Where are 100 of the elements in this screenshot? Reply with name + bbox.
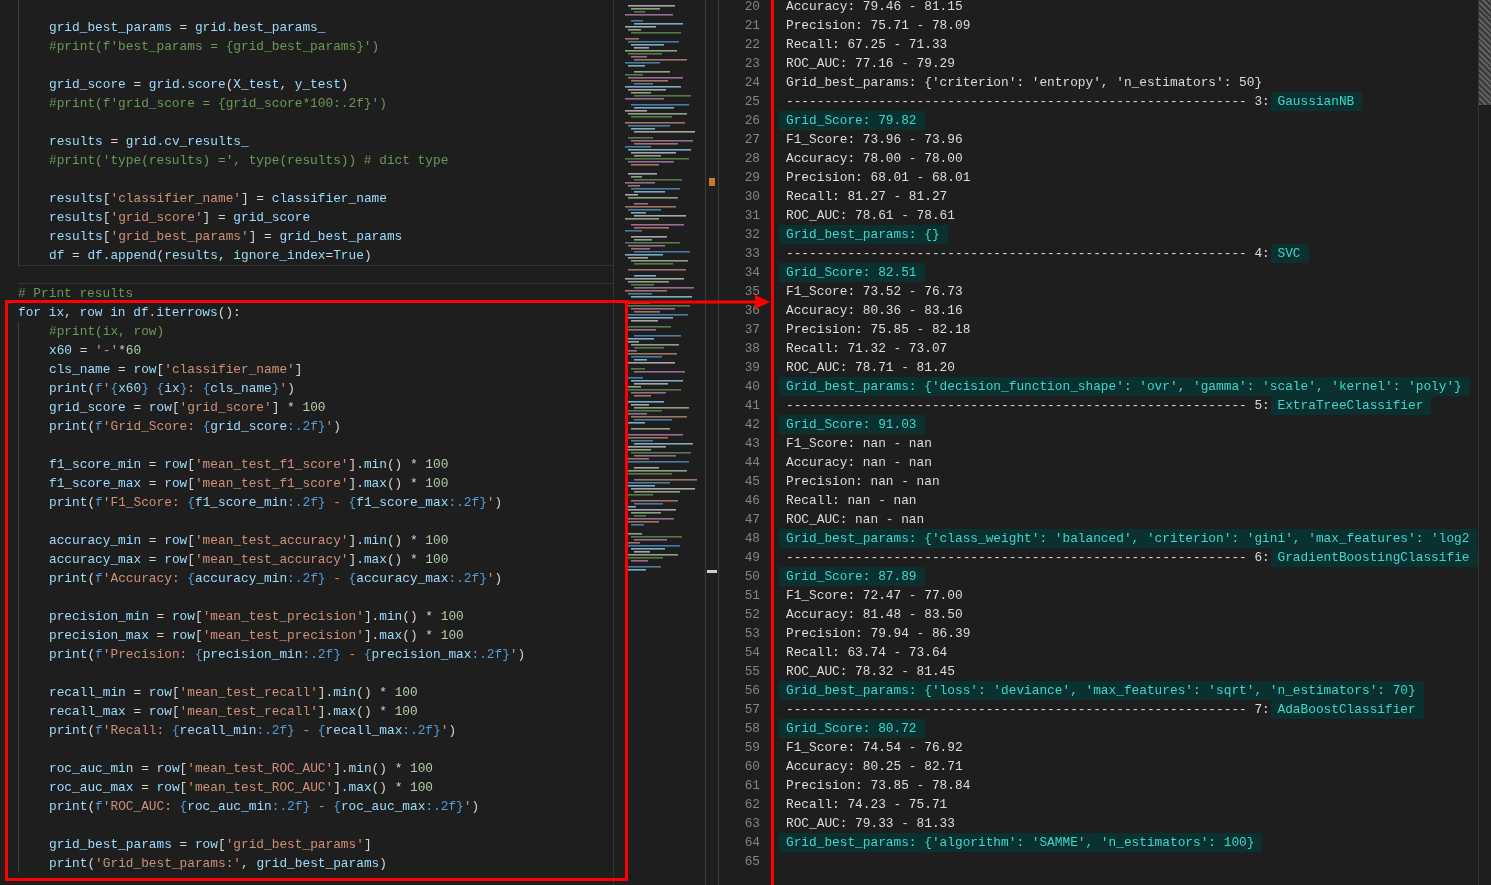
code-line: results['grid_score'] = grid_score — [49, 209, 312, 227]
output-text: Grid_best_params: {'loss': 'deviance', 'max_features': 'sqrt', 'n_estimators': 70} — [779, 681, 1424, 700]
line-number: 59 — [743, 739, 760, 757]
line-number: 48 — [743, 530, 760, 548]
code-line: print(f'{x60} {ix}: {cls_name}') — [49, 380, 296, 398]
line-number: 34 — [743, 264, 760, 282]
line-number: 47 — [743, 511, 760, 529]
output-text: ROC_AUC: 78.71 - 81.20 — [786, 359, 955, 377]
line-number: 50 — [743, 568, 760, 586]
output-text: ROC_AUC: 78.32 - 81.45 — [786, 663, 955, 681]
output-text: Grid_Score: 82.51 — [779, 263, 925, 282]
output-text: Recall: 74.23 - 75.71 — [786, 796, 948, 814]
line-number: 63 — [743, 815, 760, 833]
code-line: f1_score_max = row['mean_test_f1_score'].max() * 100 — [49, 475, 450, 493]
code-line: print(f'Accuracy: {accuracy_min:.2f} - {accuracy_max:.2f}') — [49, 570, 504, 588]
line-number: 55 — [743, 663, 760, 681]
output-text: Accuracy: 79.46 - 81.15 — [786, 0, 963, 16]
output-text: F1_Score: 72.47 - 77.00 — [786, 587, 963, 605]
output-text: Precision: nan - nan — [786, 473, 940, 491]
output-text: ------------------------------------------------------------ 7: — [786, 701, 1270, 719]
line-number: 38 — [743, 340, 760, 358]
code-line: accuracy_max = row['mean_test_accuracy'].max() * 100 — [49, 551, 450, 569]
line-number: 61 — [743, 777, 760, 795]
line-number: 57 — [743, 701, 760, 719]
code-line: precision_max = row['mean_test_precision'].max() * 100 — [49, 627, 465, 645]
output-text: Grid_best_params: {'decision_function_shape': 'ovr', 'gamma': 'scale', 'kernel': 'poly'} — [779, 377, 1470, 396]
output-text: GradientBoostingClassifie — [1270, 548, 1478, 567]
code-line: #print('type(results) =', type(results)) # dict type — [49, 152, 450, 170]
code-line: df = df.append(results, ignore_index=True) — [49, 247, 373, 265]
code-line: print(f'Recall: {recall_min:.2f} - {recall_max:.2f}') — [49, 722, 458, 740]
output-text: Grid_best_params: {'class_weight': 'balanced', 'criterion': 'gini', 'max_features': 'log2 — [779, 529, 1478, 548]
output-text: ROC_AUC: 78.61 - 78.61 — [786, 207, 955, 225]
line-number: 56 — [743, 682, 760, 700]
line-number: 32 — [743, 226, 760, 244]
output-text: Precision: 79.94 - 86.39 — [786, 625, 971, 643]
output-text: Grid_best_params: {'algorithm': 'SAMME', 'n_estimators': 100} — [779, 833, 1263, 852]
line-number: 39 — [743, 359, 760, 377]
code-line: print(f'ROC_AUC: {roc_auc_min:.2f} - {roc_auc_max:.2f}') — [49, 798, 481, 816]
line-number: 22 — [743, 36, 760, 54]
output-text: Recall: 81.27 - 81.27 — [786, 188, 948, 206]
line-number: 65 — [743, 853, 760, 871]
output-text: F1_Score: 73.52 - 76.73 — [786, 283, 963, 301]
line-number: 51 — [743, 587, 760, 605]
output-text: AdaBoostClassifier — [1270, 700, 1424, 719]
line-number: 53 — [743, 625, 760, 643]
code-line: grid_best_params = row['grid_best_params'] — [49, 836, 373, 854]
line-number: 26 — [743, 112, 760, 130]
scrollbar-thumb[interactable] — [1479, 0, 1491, 105]
code-line: recall_min = row['mean_test_recall'].min() * 100 — [49, 684, 419, 702]
code-line: results = grid.cv_results_ — [49, 133, 250, 151]
line-number: 54 — [743, 644, 760, 662]
line-number: 41 — [743, 397, 760, 415]
output-text: Accuracy: 80.25 - 82.71 — [786, 758, 963, 776]
line-number: 62 — [743, 796, 760, 814]
line-number: 58 — [743, 720, 760, 738]
output-text: GaussianNB — [1270, 92, 1363, 111]
output-text: ------------------------------------------------------------ 4: — [786, 245, 1270, 263]
output-text: ROC_AUC: 79.33 - 81.33 — [786, 815, 955, 833]
output-text: Grid_Score: 80.72 — [779, 719, 925, 738]
output-text: ExtraTreeClassifier — [1270, 396, 1432, 415]
output-text: Precision: 75.85 - 82.18 — [786, 321, 971, 339]
output-text: Grid_Score: 91.03 — [779, 415, 925, 434]
line-number: 27 — [743, 131, 760, 149]
line-number: 31 — [743, 207, 760, 225]
code-line: print(f'Precision: {precision_min:.2f} - {precision_max:.2f}') — [49, 646, 527, 664]
marker-icon — [709, 178, 715, 186]
line-number: 46 — [743, 492, 760, 510]
code-line: cls_name = row['classifier_name'] — [49, 361, 304, 379]
code-line: print(f'F1_Score: {f1_score_min:.2f} - {f1_score_max:.2f}') — [49, 494, 504, 512]
output-text: F1_Score: nan - nan — [786, 435, 932, 453]
line-number: 24 — [743, 74, 760, 92]
code-line: roc_auc_min = row['mean_test_ROC_AUC'].min() * 100 — [49, 760, 435, 778]
code-line: #print(f'best_params = {grid_best_params}') — [49, 38, 381, 56]
code-line: for ix, row in df.iterrows(): — [18, 304, 242, 322]
code-line: precision_min = row['mean_test_precision'].min() * 100 — [49, 608, 465, 626]
code-line: results['classifier_name'] = classifier_name — [49, 190, 388, 208]
output-text: Grid_best_params: {} — [779, 225, 948, 244]
output-text: Accuracy: 81.48 - 83.50 — [786, 606, 963, 624]
line-number: 60 — [743, 758, 760, 776]
code-line: #print(ix, row) — [49, 323, 166, 341]
output-text: Accuracy: 80.36 - 83.16 — [786, 302, 963, 320]
output-text: Accuracy: 78.00 - 78.00 — [786, 150, 963, 168]
code-line: #print(f'grid_score = {grid_score*100:.2f}') — [49, 95, 388, 113]
line-number: 52 — [743, 606, 760, 624]
output-text: ROC_AUC: 77.16 - 79.29 — [786, 55, 955, 73]
line-number: 29 — [743, 169, 760, 187]
output-text: Recall: 63.74 - 73.64 — [786, 644, 948, 662]
output-text: Grid_Score: 79.82 — [779, 111, 925, 130]
code-line: grid_score = grid.score(X_test, y_test) — [49, 76, 350, 94]
line-number: 42 — [743, 416, 760, 434]
code-line: roc_auc_max = row['mean_test_ROC_AUC'].max() * 100 — [49, 779, 435, 797]
output-text: SVC — [1270, 244, 1309, 263]
code-line: grid_best_params = grid.best_params_ — [49, 19, 327, 37]
output-text: Recall: nan - nan — [786, 492, 917, 510]
line-number: 43 — [743, 435, 760, 453]
line-number: 35 — [743, 283, 760, 301]
output-text: Grid_best_params: {'criterion': 'entropy', 'n_estimators': 50} — [786, 74, 1263, 92]
output-text: ------------------------------------------------------------ 5: — [786, 397, 1270, 415]
code-line: x60 = '-'*60 — [49, 342, 143, 360]
line-number: 21 — [743, 17, 760, 35]
